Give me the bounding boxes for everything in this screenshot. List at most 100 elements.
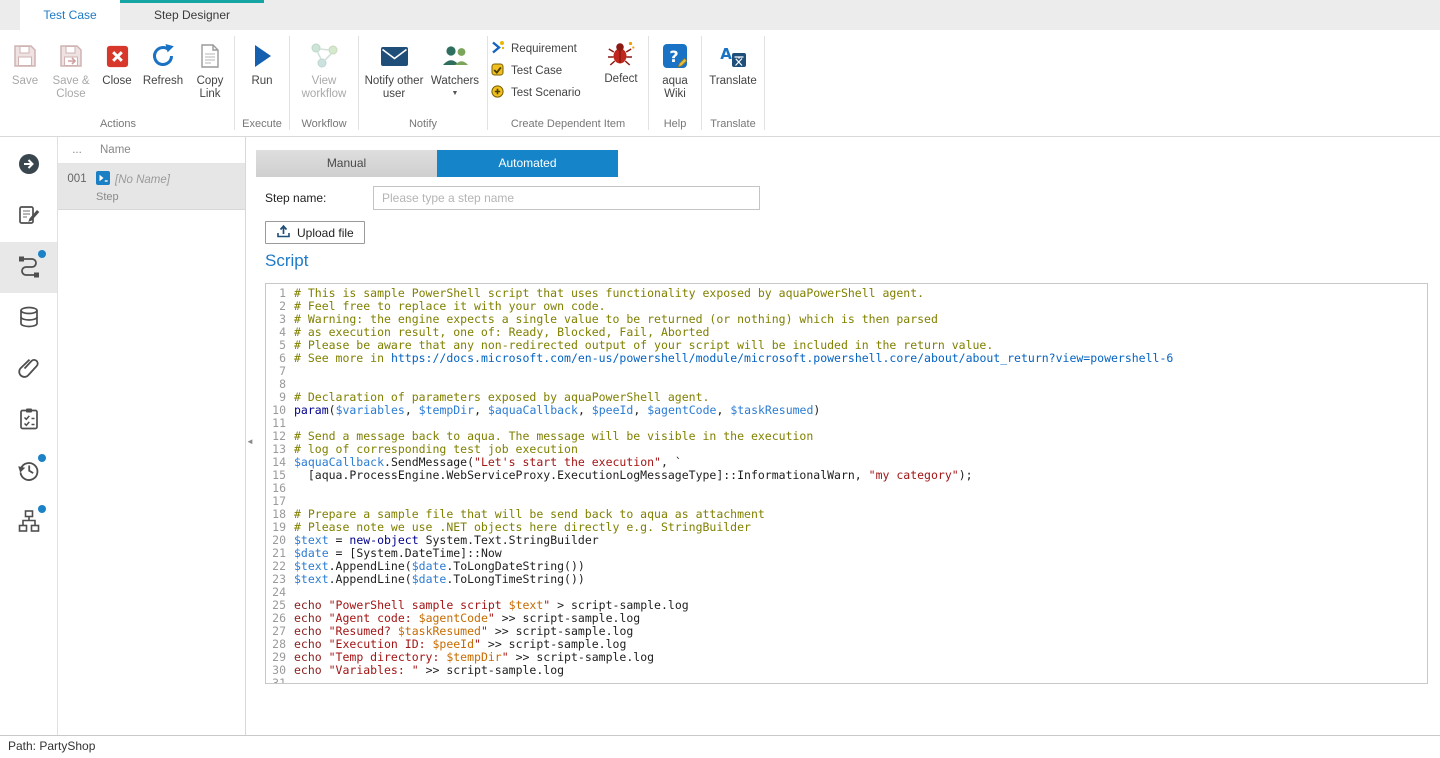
rail-item-navigate[interactable] <box>0 140 57 191</box>
save-and-close-label: Save & Close <box>49 75 93 101</box>
watchers-icon <box>440 40 470 72</box>
code-text: # See more in https://docs.microsoft.com… <box>294 352 1173 365</box>
refresh-label: Refresh <box>143 75 183 88</box>
create-test-scenario-button[interactable]: Test Scenario <box>490 84 596 101</box>
ribbon-group-label-help: Help <box>649 118 701 136</box>
save-button[interactable]: Save <box>3 40 47 88</box>
watchers-button[interactable]: Watchers ▼ <box>426 40 484 97</box>
code-line: 10param($variables, $tempDir, $aquaCallb… <box>266 404 1427 417</box>
step-row-subtitle: Step <box>96 191 245 203</box>
step-row[interactable]: 001 [No Name] Step <box>58 164 245 210</box>
ribbon-group-create-dependent-item: Requirement Test Case Test Scenario <box>488 30 648 136</box>
ribbon-group-actions: Save Save & Close Close Refresh <box>2 30 234 136</box>
code-line: 23$text.AppendLine($date.ToLongTimeStrin… <box>266 573 1427 586</box>
view-workflow-button[interactable]: View workflow <box>293 40 355 101</box>
defect-bug-icon <box>607 38 635 70</box>
paperclip-icon <box>17 356 41 383</box>
ribbon-group-execute: Run Execute <box>235 30 289 136</box>
create-test-scenario-label: Test Scenario <box>511 87 581 99</box>
translate-button[interactable]: A Translate <box>704 40 762 88</box>
step-name-label: Step name: <box>265 191 373 205</box>
ribbon-group-label-create-dependent-item: Create Dependent Item <box>488 118 648 136</box>
notification-dot <box>38 250 46 258</box>
window-tab-step-designer[interactable]: Step Designer <box>120 0 264 30</box>
save-and-close-icon <box>58 40 84 72</box>
code-text: param($variables, $tempDir, $aquaCallbac… <box>294 404 820 417</box>
code-text: echo "Variables: " >> script-sample.log <box>294 664 564 677</box>
rail-item-history[interactable] <box>0 446 57 497</box>
translate-icon: A <box>719 40 747 72</box>
rail-item-dependencies[interactable] <box>0 497 57 548</box>
code-text: $text.AppendLine($date.ToLongTimeString(… <box>294 573 585 586</box>
code-line: 6# See more in https://docs.microsoft.co… <box>266 352 1427 365</box>
notification-dot <box>38 505 46 513</box>
save-label: Save <box>12 75 38 88</box>
envelope-icon <box>380 40 409 72</box>
refresh-icon <box>150 40 176 72</box>
ribbon-group-label-translate: Translate <box>702 118 764 136</box>
create-defect-button[interactable]: Defect <box>596 38 646 86</box>
ribbon-group-workflow: View workflow Workflow <box>290 30 358 136</box>
notify-other-user-label: Notify other user <box>364 75 424 101</box>
rail-item-attachments[interactable] <box>0 344 57 395</box>
close-icon <box>105 40 130 72</box>
rail-item-edit-details[interactable] <box>0 191 57 242</box>
translate-label: Translate <box>709 75 757 88</box>
aqua-wiki-icon: ? <box>662 40 688 72</box>
ribbon-group-label-workflow: Workflow <box>290 118 358 136</box>
ribbon-group-translate: A Translate Translate <box>702 30 764 136</box>
tab-automated[interactable]: Automated <box>437 150 618 177</box>
history-clock-icon <box>17 458 41 485</box>
create-requirement-button[interactable]: Requirement <box>490 40 596 57</box>
database-icon <box>17 305 41 332</box>
status-path: Path: PartyShop <box>8 739 95 753</box>
code-line: 7 <box>266 365 1427 378</box>
window-tab-test-case[interactable]: Test Case <box>20 0 120 30</box>
panel-collapse-arrow[interactable]: ◄ <box>246 433 256 451</box>
ribbon: Save Save & Close Close Refresh <box>0 30 1440 137</box>
aqua-wiki-button[interactable]: ? aqua Wiki <box>651 40 699 101</box>
ribbon-group-label-execute: Execute <box>235 118 289 136</box>
code-line: 31 <box>266 677 1427 684</box>
test-case-icon <box>490 62 505 80</box>
upload-icon <box>276 224 291 241</box>
view-workflow-icon <box>309 40 339 72</box>
save-icon <box>12 40 38 72</box>
save-and-close-button[interactable]: Save & Close <box>47 40 95 101</box>
hierarchy-icon <box>17 509 41 536</box>
steps-grid-header: ... Name <box>58 137 245 164</box>
tab-manual[interactable]: Manual <box>256 150 437 177</box>
chevron-down-icon[interactable]: ▼ <box>452 90 459 97</box>
run-button[interactable]: Run <box>237 40 287 88</box>
go-arrow-icon <box>17 152 41 179</box>
create-requirement-label: Requirement <box>511 43 577 55</box>
side-rail <box>0 137 58 735</box>
close-button[interactable]: Close <box>95 40 139 88</box>
upload-file-button[interactable]: Upload file <box>265 221 365 244</box>
mode-tabs: Manual Automated <box>256 150 618 177</box>
upload-file-label: Upload file <box>297 226 354 240</box>
ribbon-group-help: ? aqua Wiki Help <box>649 30 701 136</box>
steps-flow-icon <box>17 254 41 281</box>
create-test-case-button[interactable]: Test Case <box>490 62 596 79</box>
rail-item-data[interactable] <box>0 293 57 344</box>
aqua-wiki-label: aqua Wiki <box>653 75 697 101</box>
steps-panel: ... Name 001 [No Name] Step <box>58 137 246 735</box>
rail-item-checklist[interactable] <box>0 395 57 446</box>
step-name-row: Step name: <box>265 186 760 210</box>
teal-accent-strip <box>120 0 264 3</box>
copy-link-label: Copy Link <box>189 75 231 101</box>
ribbon-group-label-notify: Notify <box>359 118 487 136</box>
refresh-button[interactable]: Refresh <box>139 40 187 88</box>
automated-step-icon <box>96 171 110 188</box>
step-name-input[interactable] <box>373 186 760 210</box>
rail-item-steps[interactable] <box>0 242 57 293</box>
copy-link-button[interactable]: Copy Link <box>187 40 233 101</box>
script-editor[interactable]: 1# This is sample PowerShell script that… <box>265 283 1428 684</box>
test-scenario-icon <box>490 84 505 102</box>
close-label: Close <box>102 75 131 88</box>
status-bar: Path: PartyShop <box>0 735 1440 758</box>
create-test-case-label: Test Case <box>511 65 562 77</box>
notification-dot <box>38 454 46 462</box>
notify-other-user-button[interactable]: Notify other user <box>362 40 426 101</box>
